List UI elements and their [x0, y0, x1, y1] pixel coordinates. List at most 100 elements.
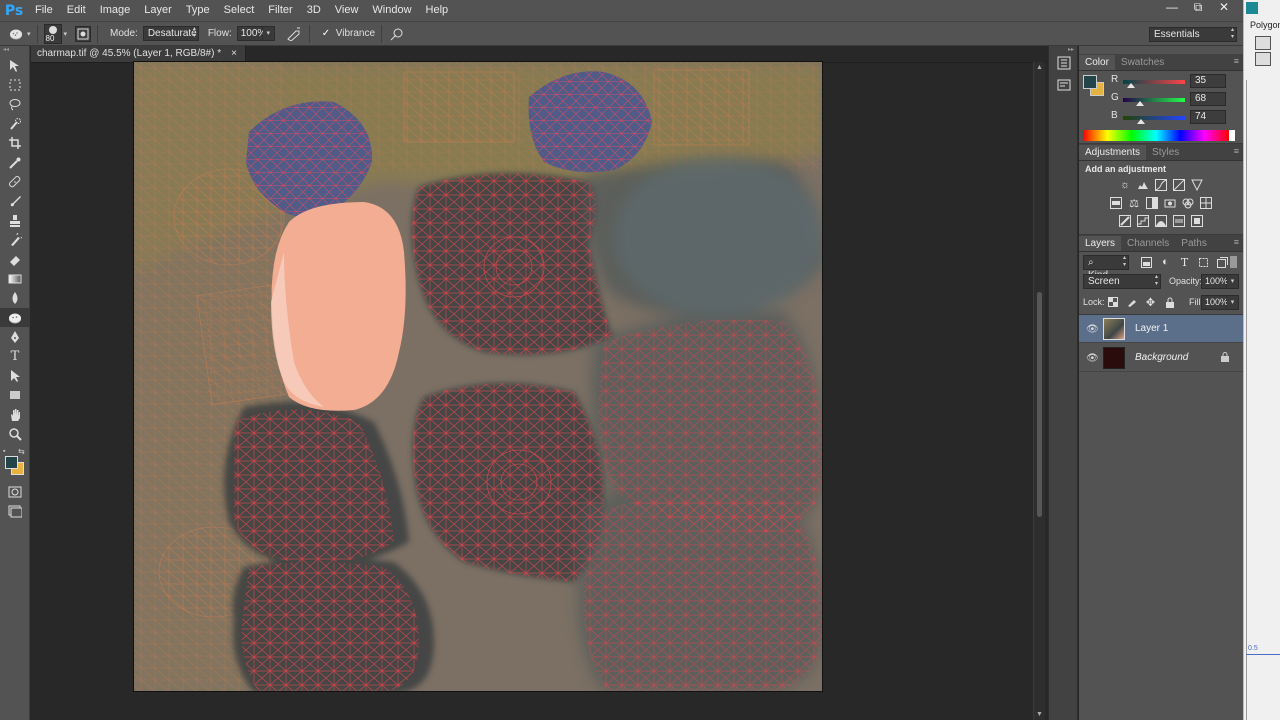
menu-window[interactable]: Window	[365, 0, 418, 21]
default-colors-icon[interactable]: ▪	[3, 448, 5, 455]
selective-color-icon[interactable]	[1190, 214, 1205, 228]
healing-brush-tool-icon[interactable]	[0, 172, 30, 191]
document-tab-close-button[interactable]: ×	[231, 46, 237, 62]
sponge-tool-preset-icon[interactable]	[8, 25, 26, 43]
channel-mixer-icon[interactable]	[1181, 196, 1196, 210]
curves-icon[interactable]	[1154, 178, 1169, 192]
swap-colors-icon[interactable]: ⇆	[18, 447, 25, 456]
tool-preset-dropdown-icon[interactable]: ▾	[27, 30, 31, 38]
vertical-scrollbar[interactable]: ▲ ▼	[1033, 62, 1045, 720]
tab-styles[interactable]: Styles	[1146, 145, 1185, 160]
tab-color[interactable]: Color	[1079, 55, 1115, 70]
foreground-color-chip[interactable]	[5, 455, 18, 469]
tab-swatches[interactable]: Swatches	[1115, 55, 1170, 70]
minimize-button[interactable]: —	[1159, 0, 1185, 16]
photo-filter-icon[interactable]	[1163, 196, 1178, 210]
color-lookup-icon[interactable]	[1199, 196, 1214, 210]
menu-type[interactable]: Type	[179, 0, 217, 21]
menu-filter[interactable]: Filter	[261, 0, 299, 21]
menu-edit[interactable]: Edit	[60, 0, 93, 21]
pen-tool-icon[interactable]	[0, 327, 30, 346]
visibility-eye-icon[interactable]: 👁	[1086, 353, 1099, 364]
quick-mask-icon[interactable]	[0, 482, 30, 501]
rectangle-tool-icon[interactable]	[0, 386, 30, 405]
gradient-map-icon[interactable]	[1172, 214, 1187, 228]
layer-row-background[interactable]: 👁 Background	[1079, 344, 1243, 372]
toolbar-collapse-icon[interactable]: ◂◂	[0, 46, 29, 56]
slider-red-knob[interactable]	[1127, 83, 1136, 88]
eraser-tool-icon[interactable]	[0, 250, 30, 269]
menu-layer[interactable]: Layer	[137, 0, 179, 21]
tab-paths[interactable]: Paths	[1175, 236, 1213, 251]
eyedropper-tool-icon[interactable]	[0, 153, 30, 172]
pressure-size-icon[interactable]	[388, 25, 406, 43]
properties-panel-icon[interactable]	[1049, 74, 1079, 96]
tab-layers[interactable]: Layers	[1079, 236, 1122, 251]
blend-mode-select[interactable]: Screen	[1083, 274, 1161, 289]
grid-icon[interactable]	[1254, 52, 1271, 66]
slider-green-knob[interactable]	[1135, 101, 1144, 106]
panel-menu-icon[interactable]: ≡	[1234, 237, 1239, 247]
close-button[interactable]: ✕	[1211, 0, 1237, 16]
blur-tool-icon[interactable]	[0, 289, 30, 308]
brush-dropdown-icon[interactable]: ▾	[64, 30, 68, 38]
brush-size-picker[interactable]: 80	[43, 23, 62, 44]
photoshop-logo[interactable]: Ps	[0, 0, 28, 21]
sponge-tool-icon[interactable]	[0, 308, 30, 328]
lock-image-pixels-icon[interactable]	[1124, 295, 1139, 309]
visibility-eye-icon[interactable]: 👁	[1086, 324, 1099, 335]
black-white-icon[interactable]	[1145, 196, 1160, 210]
document-canvas[interactable]	[133, 61, 823, 692]
hand-tool-icon[interactable]	[0, 405, 30, 424]
workspace-select[interactable]: Essentials	[1149, 27, 1237, 42]
tab-channels[interactable]: Channels	[1121, 236, 1175, 251]
flow-input[interactable]: 100%	[236, 26, 266, 41]
layer-name[interactable]: Background	[1135, 352, 1188, 363]
menu-help[interactable]: Help	[419, 0, 456, 21]
layer-row-layer-1[interactable]: 👁 Layer 1	[1079, 315, 1243, 343]
layer-filter-kind-select[interactable]: ⌕ Kind	[1083, 255, 1129, 281]
scroll-thumb[interactable]	[1037, 292, 1042, 517]
menu-view[interactable]: View	[328, 0, 366, 21]
slider-green-track[interactable]	[1123, 98, 1185, 102]
screen-mode-icon[interactable]	[0, 501, 30, 520]
filter-pixel-icon[interactable]	[1139, 255, 1154, 269]
exposure-icon[interactable]	[1172, 178, 1187, 192]
scroll-up-icon[interactable]: ▲	[1036, 64, 1043, 71]
brush-panel-toggle-icon[interactable]	[75, 25, 92, 42]
history-panel-icon[interactable]	[1049, 52, 1079, 74]
history-brush-tool-icon[interactable]	[0, 231, 30, 250]
opacity-input[interactable]: 100%	[1201, 274, 1228, 289]
hue-saturation-icon[interactable]	[1109, 196, 1124, 210]
document-tab[interactable]: charmap.tif @ 45.5% (Layer 1, RGB/8#) * …	[31, 46, 246, 62]
flow-dropdown-icon[interactable]: ▾	[262, 26, 275, 41]
brightness-contrast-icon[interactable]: ☼	[1118, 178, 1133, 192]
type-tool-icon[interactable]: T	[0, 347, 30, 366]
menu-3d[interactable]: 3D	[300, 0, 328, 21]
tab-adjustments[interactable]: Adjustments	[1079, 145, 1147, 160]
levels-icon[interactable]	[1136, 178, 1151, 192]
airbrush-icon[interactable]	[285, 25, 303, 43]
restore-button[interactable]: ⧉	[1185, 0, 1211, 16]
filter-toggle-switch[interactable]	[1230, 256, 1237, 268]
path-selection-tool-icon[interactable]	[0, 366, 30, 385]
spectrum-white-swatch[interactable]	[1229, 130, 1235, 141]
quick-selection-tool-icon[interactable]	[0, 114, 30, 133]
filter-adjustment-icon[interactable]: ◐	[1158, 255, 1173, 269]
filter-shape-icon[interactable]	[1196, 255, 1211, 269]
slider-blue-track[interactable]	[1123, 116, 1185, 120]
marquee-tool-icon[interactable]	[0, 75, 30, 94]
slider-red-value[interactable]: 35	[1190, 74, 1226, 88]
lock-transparent-pixels-icon[interactable]	[1105, 295, 1120, 309]
fill-input[interactable]: 100%	[1201, 295, 1228, 310]
panel-menu-icon[interactable]: ≡	[1234, 146, 1239, 156]
grid-icon[interactable]	[1254, 36, 1271, 50]
vibrance-checkbox[interactable]: ✓ Vibrance	[322, 28, 375, 39]
menu-select[interactable]: Select	[217, 0, 262, 21]
gradient-tool-icon[interactable]	[0, 269, 30, 288]
zoom-tool-icon[interactable]	[0, 424, 30, 443]
posterize-icon[interactable]	[1136, 214, 1151, 228]
vibrance-icon[interactable]	[1190, 178, 1205, 192]
menu-file[interactable]: File	[28, 0, 60, 21]
menu-image[interactable]: Image	[93, 0, 138, 21]
